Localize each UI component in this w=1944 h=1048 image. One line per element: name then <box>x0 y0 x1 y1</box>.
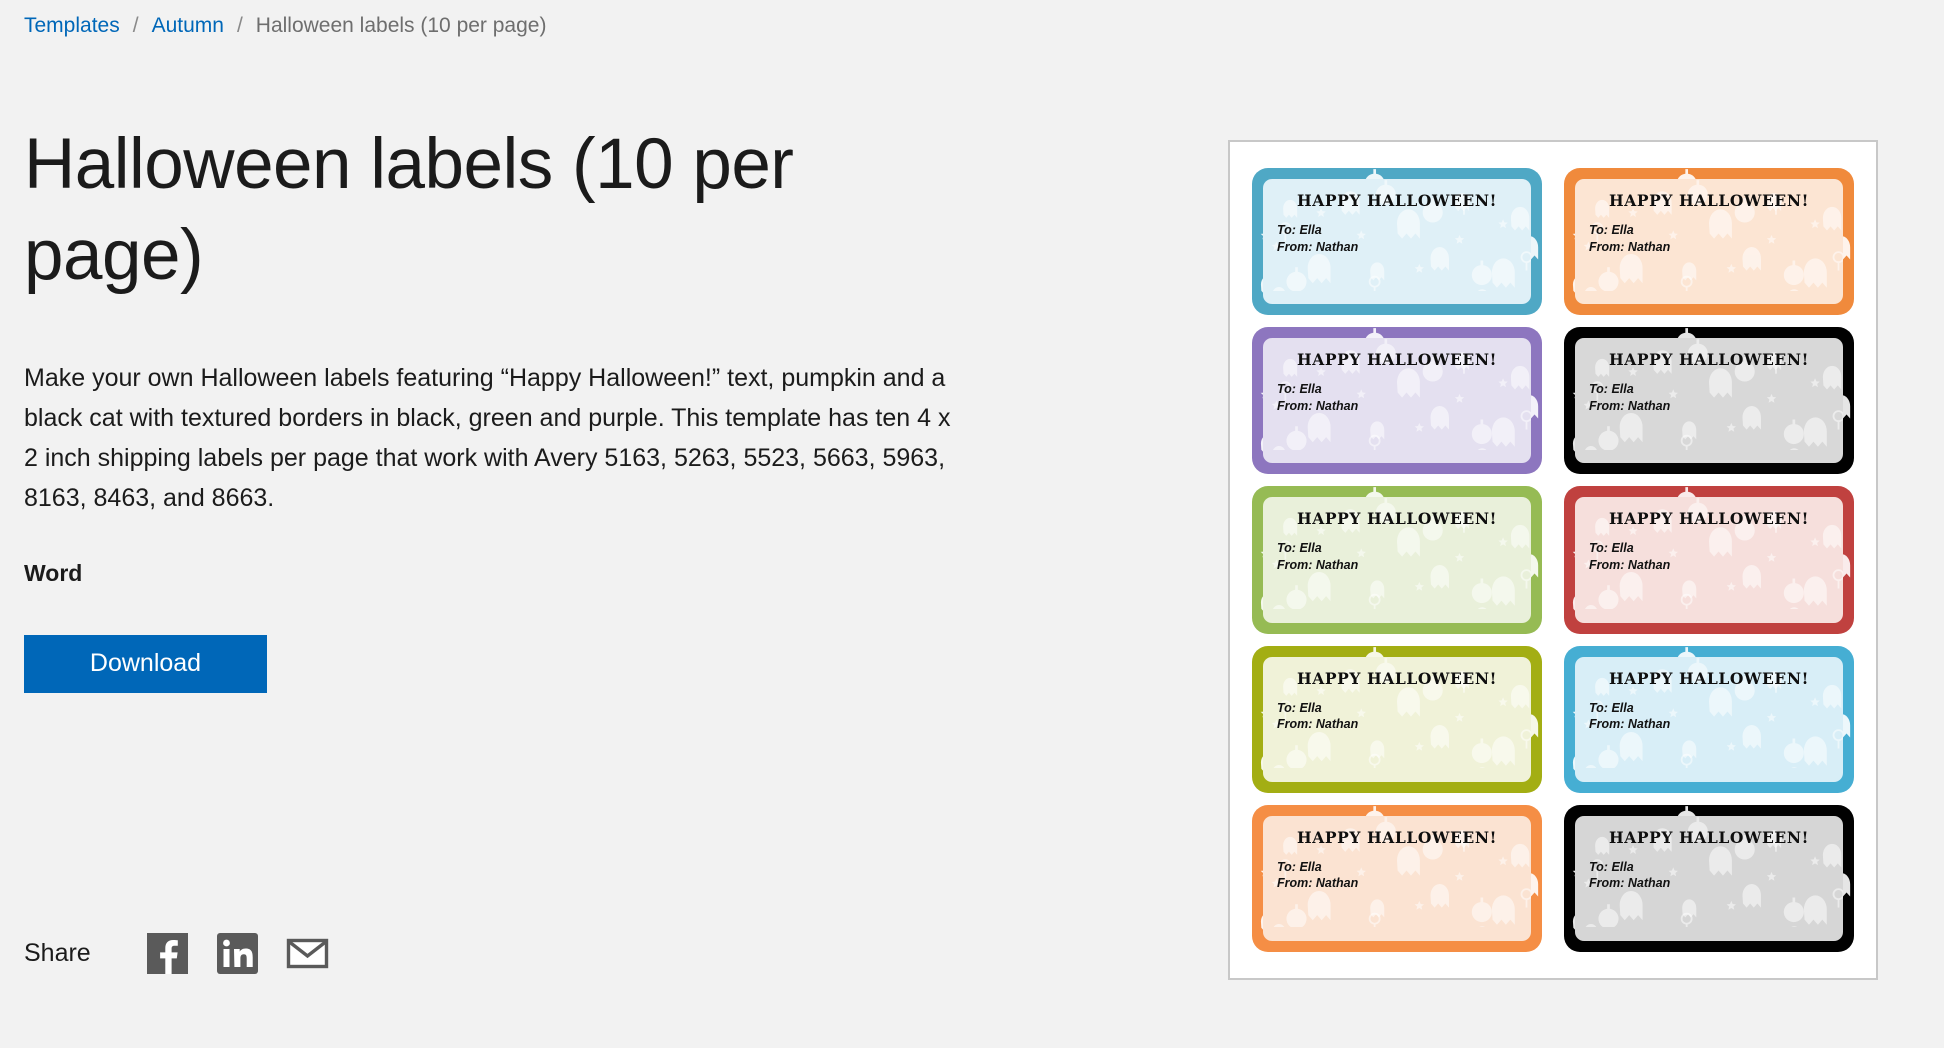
label-from-line: From: Nathan <box>1589 557 1671 572</box>
template-preview-page[interactable]: HAPPY HALLOWEEN! To: Ella From: Nathan HAPP… <box>1228 140 1878 980</box>
label-address-lines: To: Ella From: Nathan <box>1589 540 1829 573</box>
share-bar: Share <box>24 932 356 975</box>
label-to-line: To: Ella <box>1589 541 1634 556</box>
breadcrumb-item-autumn[interactable]: Autumn <box>152 12 224 40</box>
label-address-lines: To: Ella From: Nathan <box>1277 700 1517 733</box>
label-to-line: To: Ella <box>1277 382 1322 397</box>
label-inner-panel: HAPPY HALLOWEEN! To: Ella From: Nathan <box>1575 656 1843 782</box>
breadcrumb-item-templates[interactable]: Templates <box>24 12 120 40</box>
label-card: HAPPY HALLOWEEN! To: Ella From: Nathan <box>1564 486 1854 634</box>
label-address-lines: To: Ella From: Nathan <box>1589 222 1829 255</box>
label-from-line: From: Nathan <box>1277 239 1359 254</box>
label-card: HAPPY HALLOWEEN! To: Ella From: Nathan <box>1564 804 1854 952</box>
label-inner-panel: HAPPY HALLOWEEN! To: Ella From: Nathan <box>1263 497 1531 623</box>
label-inner-panel: HAPPY HALLOWEEN! To: Ella From: Nathan <box>1575 815 1843 941</box>
label-card: HAPPY HALLOWEEN! To: Ella From: Nathan <box>1252 327 1542 475</box>
label-to-line: To: Ella <box>1277 541 1322 556</box>
label-inner-panel: HAPPY HALLOWEEN! To: Ella From: Nathan <box>1263 338 1531 464</box>
facebook-icon[interactable] <box>146 932 189 975</box>
label-card: HAPPY HALLOWEEN! To: Ella From: Nathan <box>1252 645 1542 793</box>
label-from-line: From: Nathan <box>1277 398 1359 413</box>
label-address-lines: To: Ella From: Nathan <box>1277 222 1517 255</box>
label-from-line: From: Nathan <box>1589 717 1671 732</box>
breadcrumb-separator: / <box>132 14 139 37</box>
label-from-line: From: Nathan <box>1589 398 1671 413</box>
label-inner-panel: HAPPY HALLOWEEN! To: Ella From: Nathan <box>1263 656 1531 782</box>
label-card: HAPPY HALLOWEEN! To: Ella From: Nathan <box>1252 804 1542 952</box>
label-from-line: From: Nathan <box>1277 876 1359 891</box>
download-button[interactable]: Download <box>24 634 267 693</box>
label-inner-panel: HAPPY HALLOWEEN! To: Ella From: Nathan <box>1263 815 1531 941</box>
label-address-lines: To: Ella From: Nathan <box>1277 540 1517 573</box>
label-to-line: To: Ella <box>1589 700 1634 715</box>
label-from-line: From: Nathan <box>1589 876 1671 891</box>
label-address-lines: To: Ella From: Nathan <box>1589 859 1829 892</box>
label-heading: HAPPY HALLOWEEN! <box>1608 827 1810 847</box>
label-from-line: From: Nathan <box>1277 717 1359 732</box>
label-address-lines: To: Ella From: Nathan <box>1277 859 1517 892</box>
content-column: Halloween labels (10 per page) Make your… <box>24 120 984 693</box>
template-description: Make your own Halloween labels featuring… <box>24 363 951 512</box>
label-from-line: From: Nathan <box>1277 557 1359 572</box>
label-to-line: To: Ella <box>1277 700 1322 715</box>
label-card: HAPPY HALLOWEEN! To: Ella From: Nathan <box>1564 327 1854 475</box>
label-heading: HAPPY HALLOWEEN! <box>1296 668 1498 688</box>
label-to-line: To: Ella <box>1277 223 1322 237</box>
label-inner-panel: HAPPY HALLOWEEN! To: Ella From: Nathan <box>1263 179 1531 305</box>
label-heading: HAPPY HALLOWEEN! <box>1296 191 1498 210</box>
linkedin-icon[interactable] <box>216 932 259 975</box>
label-heading: HAPPY HALLOWEEN! <box>1608 350 1810 370</box>
breadcrumb-separator: / <box>236 14 243 37</box>
label-heading: HAPPY HALLOWEEN! <box>1608 509 1810 529</box>
label-from-line: From: Nathan <box>1589 239 1671 254</box>
label-heading: HAPPY HALLOWEEN! <box>1608 668 1810 688</box>
label-inner-panel: HAPPY HALLOWEEN! To: Ella From: Nathan <box>1575 338 1843 464</box>
label-to-line: To: Ella <box>1589 859 1634 874</box>
breadcrumb: Templates / Autumn / Halloween labels (1… <box>24 12 546 40</box>
label-heading: HAPPY HALLOWEEN! <box>1296 827 1498 847</box>
label-card: HAPPY HALLOWEEN! To: Ella From: Nathan <box>1252 486 1542 634</box>
page-title: Halloween labels (10 per page) <box>24 125 794 295</box>
label-card: HAPPY HALLOWEEN! To: Ella From: Nathan <box>1252 168 1542 316</box>
label-to-line: To: Ella <box>1277 859 1322 874</box>
label-address-lines: To: Ella From: Nathan <box>1277 381 1517 414</box>
breadcrumb-item-current: Halloween labels (10 per page) <box>255 14 547 37</box>
email-icon[interactable] <box>286 932 329 975</box>
label-to-line: To: Ella <box>1589 223 1634 237</box>
template-detail-page: Templates / Autumn / Halloween labels (1… <box>0 0 1944 1048</box>
label-heading: HAPPY HALLOWEEN! <box>1296 509 1498 529</box>
label-inner-panel: HAPPY HALLOWEEN! To: Ella From: Nathan <box>1575 497 1843 623</box>
label-grid: HAPPY HALLOWEEN! To: Ella From: Nathan HAPP… <box>1252 168 1854 952</box>
label-heading: HAPPY HALLOWEEN! <box>1608 191 1810 210</box>
label-card: HAPPY HALLOWEEN! To: Ella From: Nathan <box>1564 168 1854 316</box>
label-inner-panel: HAPPY HALLOWEEN! To: Ella From: Nathan <box>1575 179 1843 305</box>
label-address-lines: To: Ella From: Nathan <box>1589 381 1829 414</box>
label-card: HAPPY HALLOWEEN! To: Ella From: Nathan <box>1564 645 1854 793</box>
file-format-label: Word <box>24 559 83 586</box>
label-address-lines: To: Ella From: Nathan <box>1589 700 1829 733</box>
label-heading: HAPPY HALLOWEEN! <box>1296 350 1498 370</box>
label-to-line: To: Ella <box>1589 382 1634 397</box>
share-label: Share <box>24 939 91 967</box>
